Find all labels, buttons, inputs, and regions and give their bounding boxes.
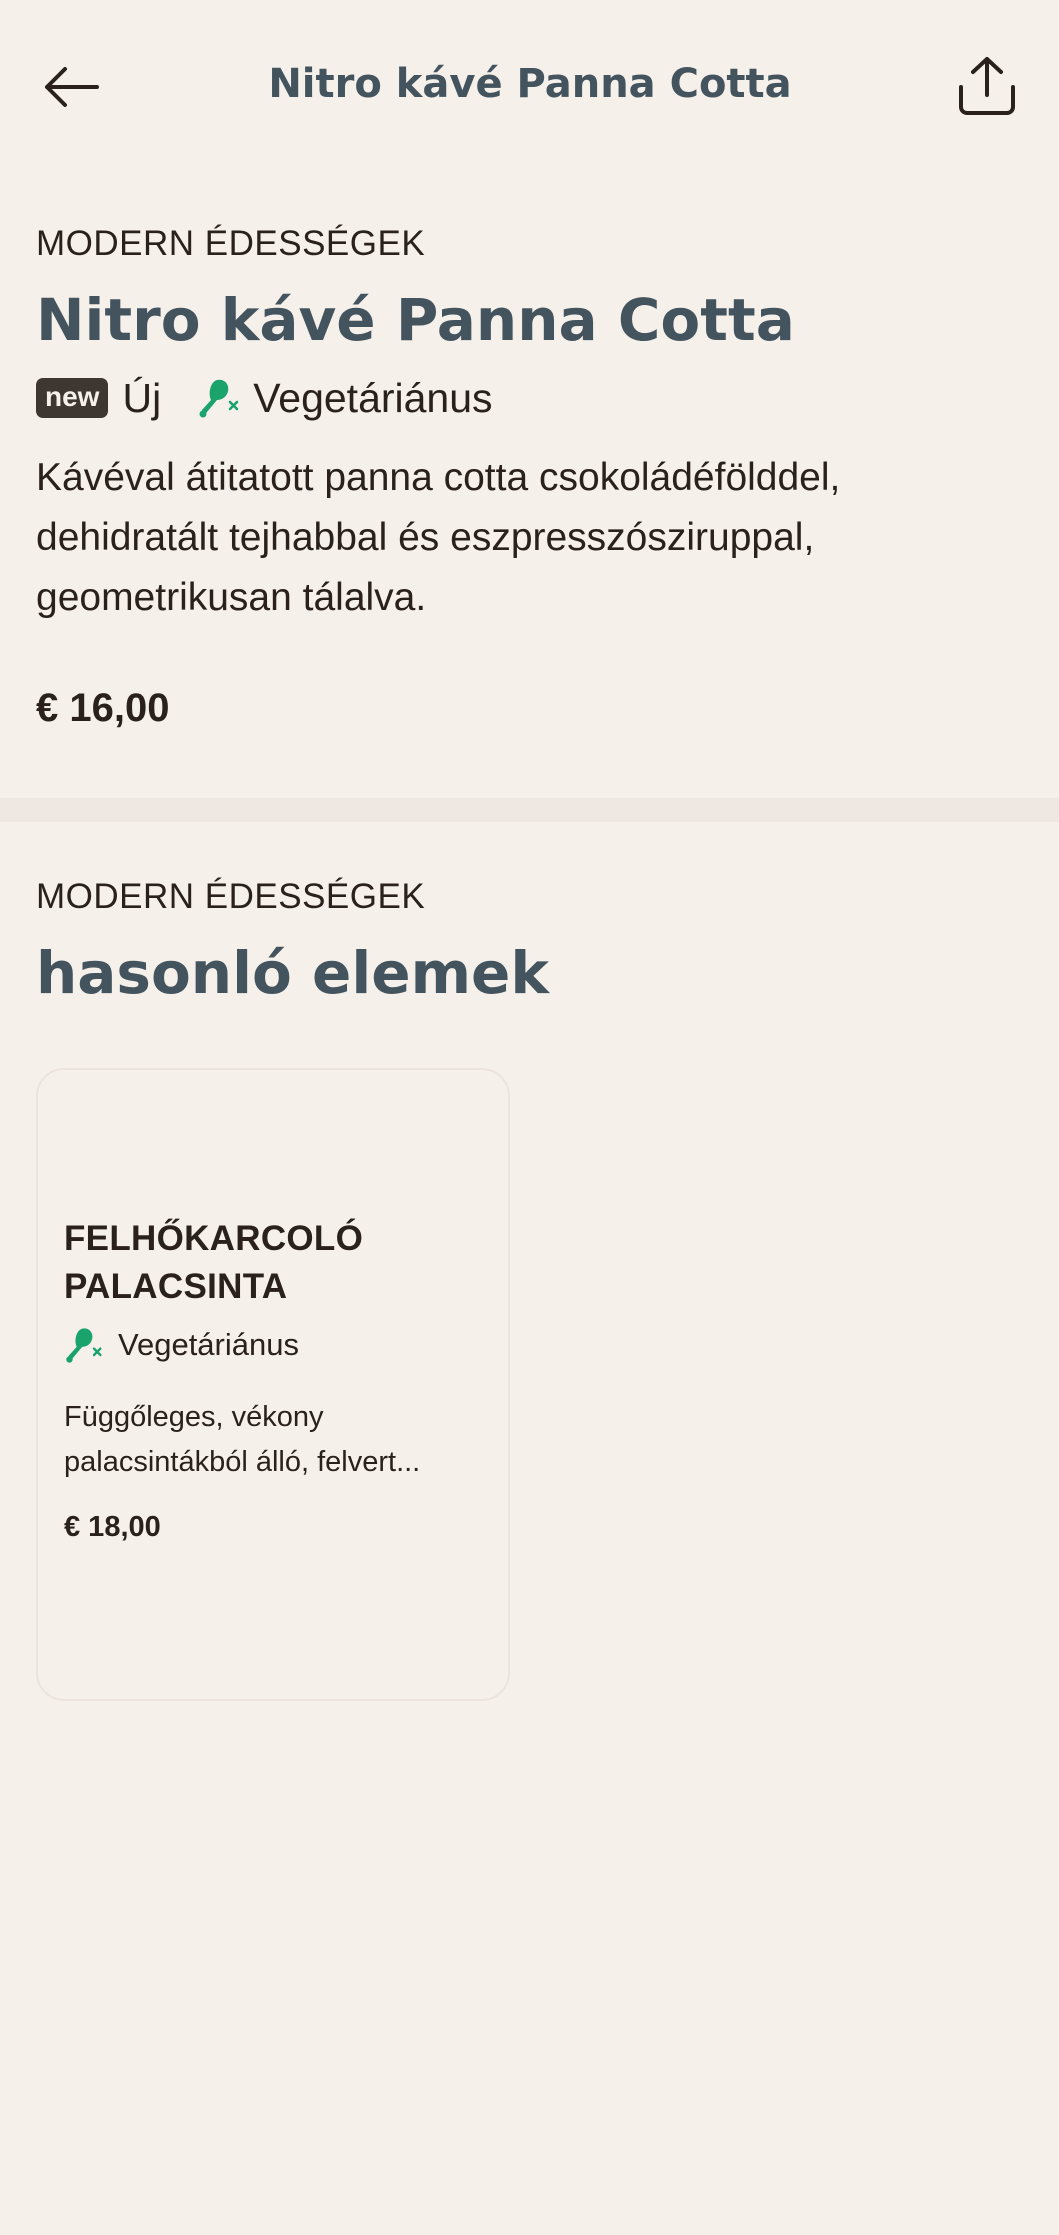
- vegetarian-icon: [66, 1328, 102, 1363]
- card-price: € 18,00: [64, 1511, 161, 1543]
- share-button[interactable]: [950, 48, 1024, 122]
- card-title: FELHŐKARCOLÓ PALACSINTA: [64, 1219, 364, 1306]
- card-description: Függőleges, vékony palacsintákból álló, …: [64, 1395, 484, 1485]
- card-description-text: Függőleges, vékony palacsintákból álló, …: [64, 1401, 421, 1478]
- card-content: FELHŐKARCOLÓ PALACSINTA Vegetáriánus Füg…: [64, 1215, 484, 1547]
- section-divider: [0, 798, 1059, 822]
- back-button[interactable]: [36, 52, 106, 122]
- vegetarian-icon: [199, 379, 239, 418]
- header-title: Nitro kávé Panna Cotta: [268, 61, 792, 107]
- card-tags: Vegetáriánus: [64, 1323, 484, 1367]
- item-price: € 16,00: [36, 686, 170, 730]
- item-category: MODERN ÉDESSÉGEK: [36, 224, 426, 263]
- item-description: Kávéval átitatott panna cotta csokoládéf…: [36, 456, 841, 619]
- new-badge: new: [36, 378, 109, 418]
- item-tags: new Új Vegetáriánus: [36, 370, 1026, 426]
- share-icon: [959, 57, 1015, 115]
- item-title: Nitro kávé Panna Cotta: [36, 286, 795, 354]
- card-vegetarian-label: Vegetáriánus: [118, 1327, 299, 1362]
- new-label: Új: [122, 375, 162, 421]
- similar-items-section: MODERN ÉDESSÉGEK hasonló elemek: [36, 873, 1026, 1011]
- top-bar: Nitro kávé Panna Cotta: [0, 0, 1059, 170]
- arrow-left-icon: [45, 67, 99, 107]
- similar-category: MODERN ÉDESSÉGEK: [36, 877, 426, 916]
- similar-item-card[interactable]: FELHŐKARCOLÓ PALACSINTA Vegetáriánus Füg…: [36, 1068, 510, 1701]
- vegetarian-label: Vegetáriánus: [253, 375, 493, 421]
- similar-title: hasonló elemek: [36, 939, 549, 1007]
- item-details: MODERN ÉDESSÉGEK Nitro kávé Panna Cotta …: [36, 220, 1026, 736]
